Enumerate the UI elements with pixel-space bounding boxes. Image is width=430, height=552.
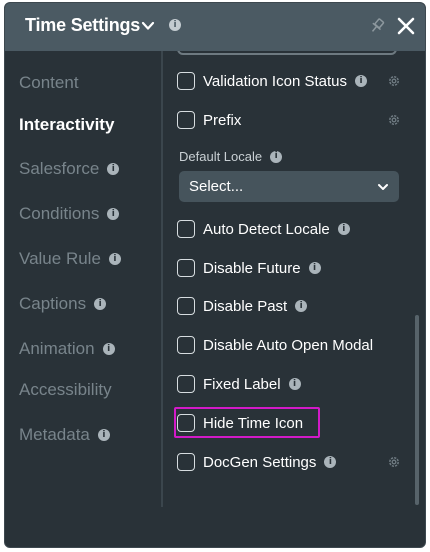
option-label: Disable Auto Open Modal xyxy=(203,336,374,354)
hide-time-icon-option[interactable]: Hide Time Icon xyxy=(177,412,303,434)
gear-icon[interactable] xyxy=(387,113,401,127)
info-icon: i xyxy=(102,343,115,355)
info-icon: i xyxy=(324,456,337,468)
info-icon: i xyxy=(288,378,301,390)
settings-content: Validation Icon Status i Prefix Default … xyxy=(163,51,409,547)
nav-item-captions[interactable]: Captions i xyxy=(19,294,107,314)
gear-icon[interactable] xyxy=(387,74,401,88)
panel-header: Time Settings i xyxy=(5,3,425,51)
checkbox[interactable] xyxy=(177,375,195,393)
option-label: DocGen Settings xyxy=(203,453,317,471)
nav-item-label: Interactivity xyxy=(19,115,115,134)
disable-auto-open-modal-option[interactable]: Disable Auto Open Modal xyxy=(177,334,373,356)
info-icon: i xyxy=(354,75,367,87)
disable-past-option[interactable]: Disable Past i xyxy=(177,295,308,317)
option-label: Prefix xyxy=(203,111,242,129)
info-icon: i xyxy=(308,262,321,274)
option-label: Disable Past xyxy=(203,297,288,315)
prefix-option[interactable]: Prefix xyxy=(177,109,241,131)
default-locale-label: Default Locale i xyxy=(179,149,283,164)
checkbox[interactable] xyxy=(177,111,195,129)
info-icon: i xyxy=(107,163,120,175)
option-label: Hide Time Icon xyxy=(203,414,304,432)
info-icon: i xyxy=(337,223,350,235)
text-field[interactable] xyxy=(177,51,397,55)
nav-item-label: Content xyxy=(19,73,79,92)
option-label: Disable Future xyxy=(203,259,301,277)
option-label: Auto Detect Locale xyxy=(203,220,330,238)
info-icon: i xyxy=(97,429,110,441)
time-settings-panel: Time Settings i Content Interactivity Sa… xyxy=(4,2,426,548)
fixed-label-option[interactable]: Fixed Label i xyxy=(177,373,301,395)
pin-icon[interactable] xyxy=(369,17,385,35)
info-icon: i xyxy=(295,300,308,312)
info-icon: i xyxy=(270,150,283,163)
checkbox[interactable] xyxy=(177,336,195,354)
docgen-settings-option[interactable]: DocGen Settings i xyxy=(177,451,337,473)
checkbox[interactable] xyxy=(177,297,195,315)
field-label: Default Locale xyxy=(179,149,263,164)
close-icon[interactable] xyxy=(396,16,416,36)
chevron-down-icon[interactable] xyxy=(141,19,155,33)
checkbox[interactable] xyxy=(177,453,195,471)
info-icon: i xyxy=(108,253,121,265)
nav-item-label: Value Rule xyxy=(19,249,101,268)
default-locale-select[interactable]: Select... xyxy=(179,171,399,202)
nav-item-value-rule[interactable]: Value Rule i xyxy=(19,249,121,269)
checkbox[interactable] xyxy=(177,259,195,277)
auto-detect-locale-option[interactable]: Auto Detect Locale i xyxy=(177,218,350,240)
nav-item-label: Accessibility xyxy=(19,380,112,399)
chevron-down-icon xyxy=(378,184,388,190)
select-value: Select... xyxy=(189,178,244,195)
nav-item-metadata[interactable]: Metadata i xyxy=(19,425,110,445)
nav-item-label: Animation xyxy=(19,339,95,358)
info-icon: i xyxy=(169,19,181,31)
panel-title: Time Settings xyxy=(25,15,141,35)
info-icon: i xyxy=(107,208,120,220)
nav-item-salesforce[interactable]: Salesforce i xyxy=(19,159,120,179)
validation-icon-status-option[interactable]: Validation Icon Status i xyxy=(177,70,367,92)
nav-item-content[interactable]: Content xyxy=(19,73,79,93)
checkbox[interactable] xyxy=(177,72,195,90)
nav-item-label: Captions xyxy=(19,294,87,313)
nav-item-label: Salesforce xyxy=(19,159,100,178)
disable-future-option[interactable]: Disable Future i xyxy=(177,257,321,279)
nav-item-animation[interactable]: Animation i xyxy=(19,339,115,359)
option-label: Fixed Label xyxy=(203,375,281,393)
scrollbar-thumb[interactable] xyxy=(415,315,419,505)
nav-item-label: Conditions xyxy=(19,204,100,223)
option-label: Validation Icon Status xyxy=(203,72,347,90)
gear-icon[interactable] xyxy=(387,455,401,469)
scrollbar[interactable] xyxy=(413,51,421,507)
nav-item-accessibility[interactable]: Accessibility xyxy=(19,380,112,400)
info-icon: i xyxy=(94,298,107,310)
checkbox[interactable] xyxy=(177,414,195,432)
checkbox[interactable] xyxy=(177,220,195,238)
nav-item-label: Metadata xyxy=(19,425,90,444)
nav-item-conditions[interactable]: Conditions i xyxy=(19,204,120,224)
nav-item-interactivity[interactable]: Interactivity xyxy=(19,115,114,135)
